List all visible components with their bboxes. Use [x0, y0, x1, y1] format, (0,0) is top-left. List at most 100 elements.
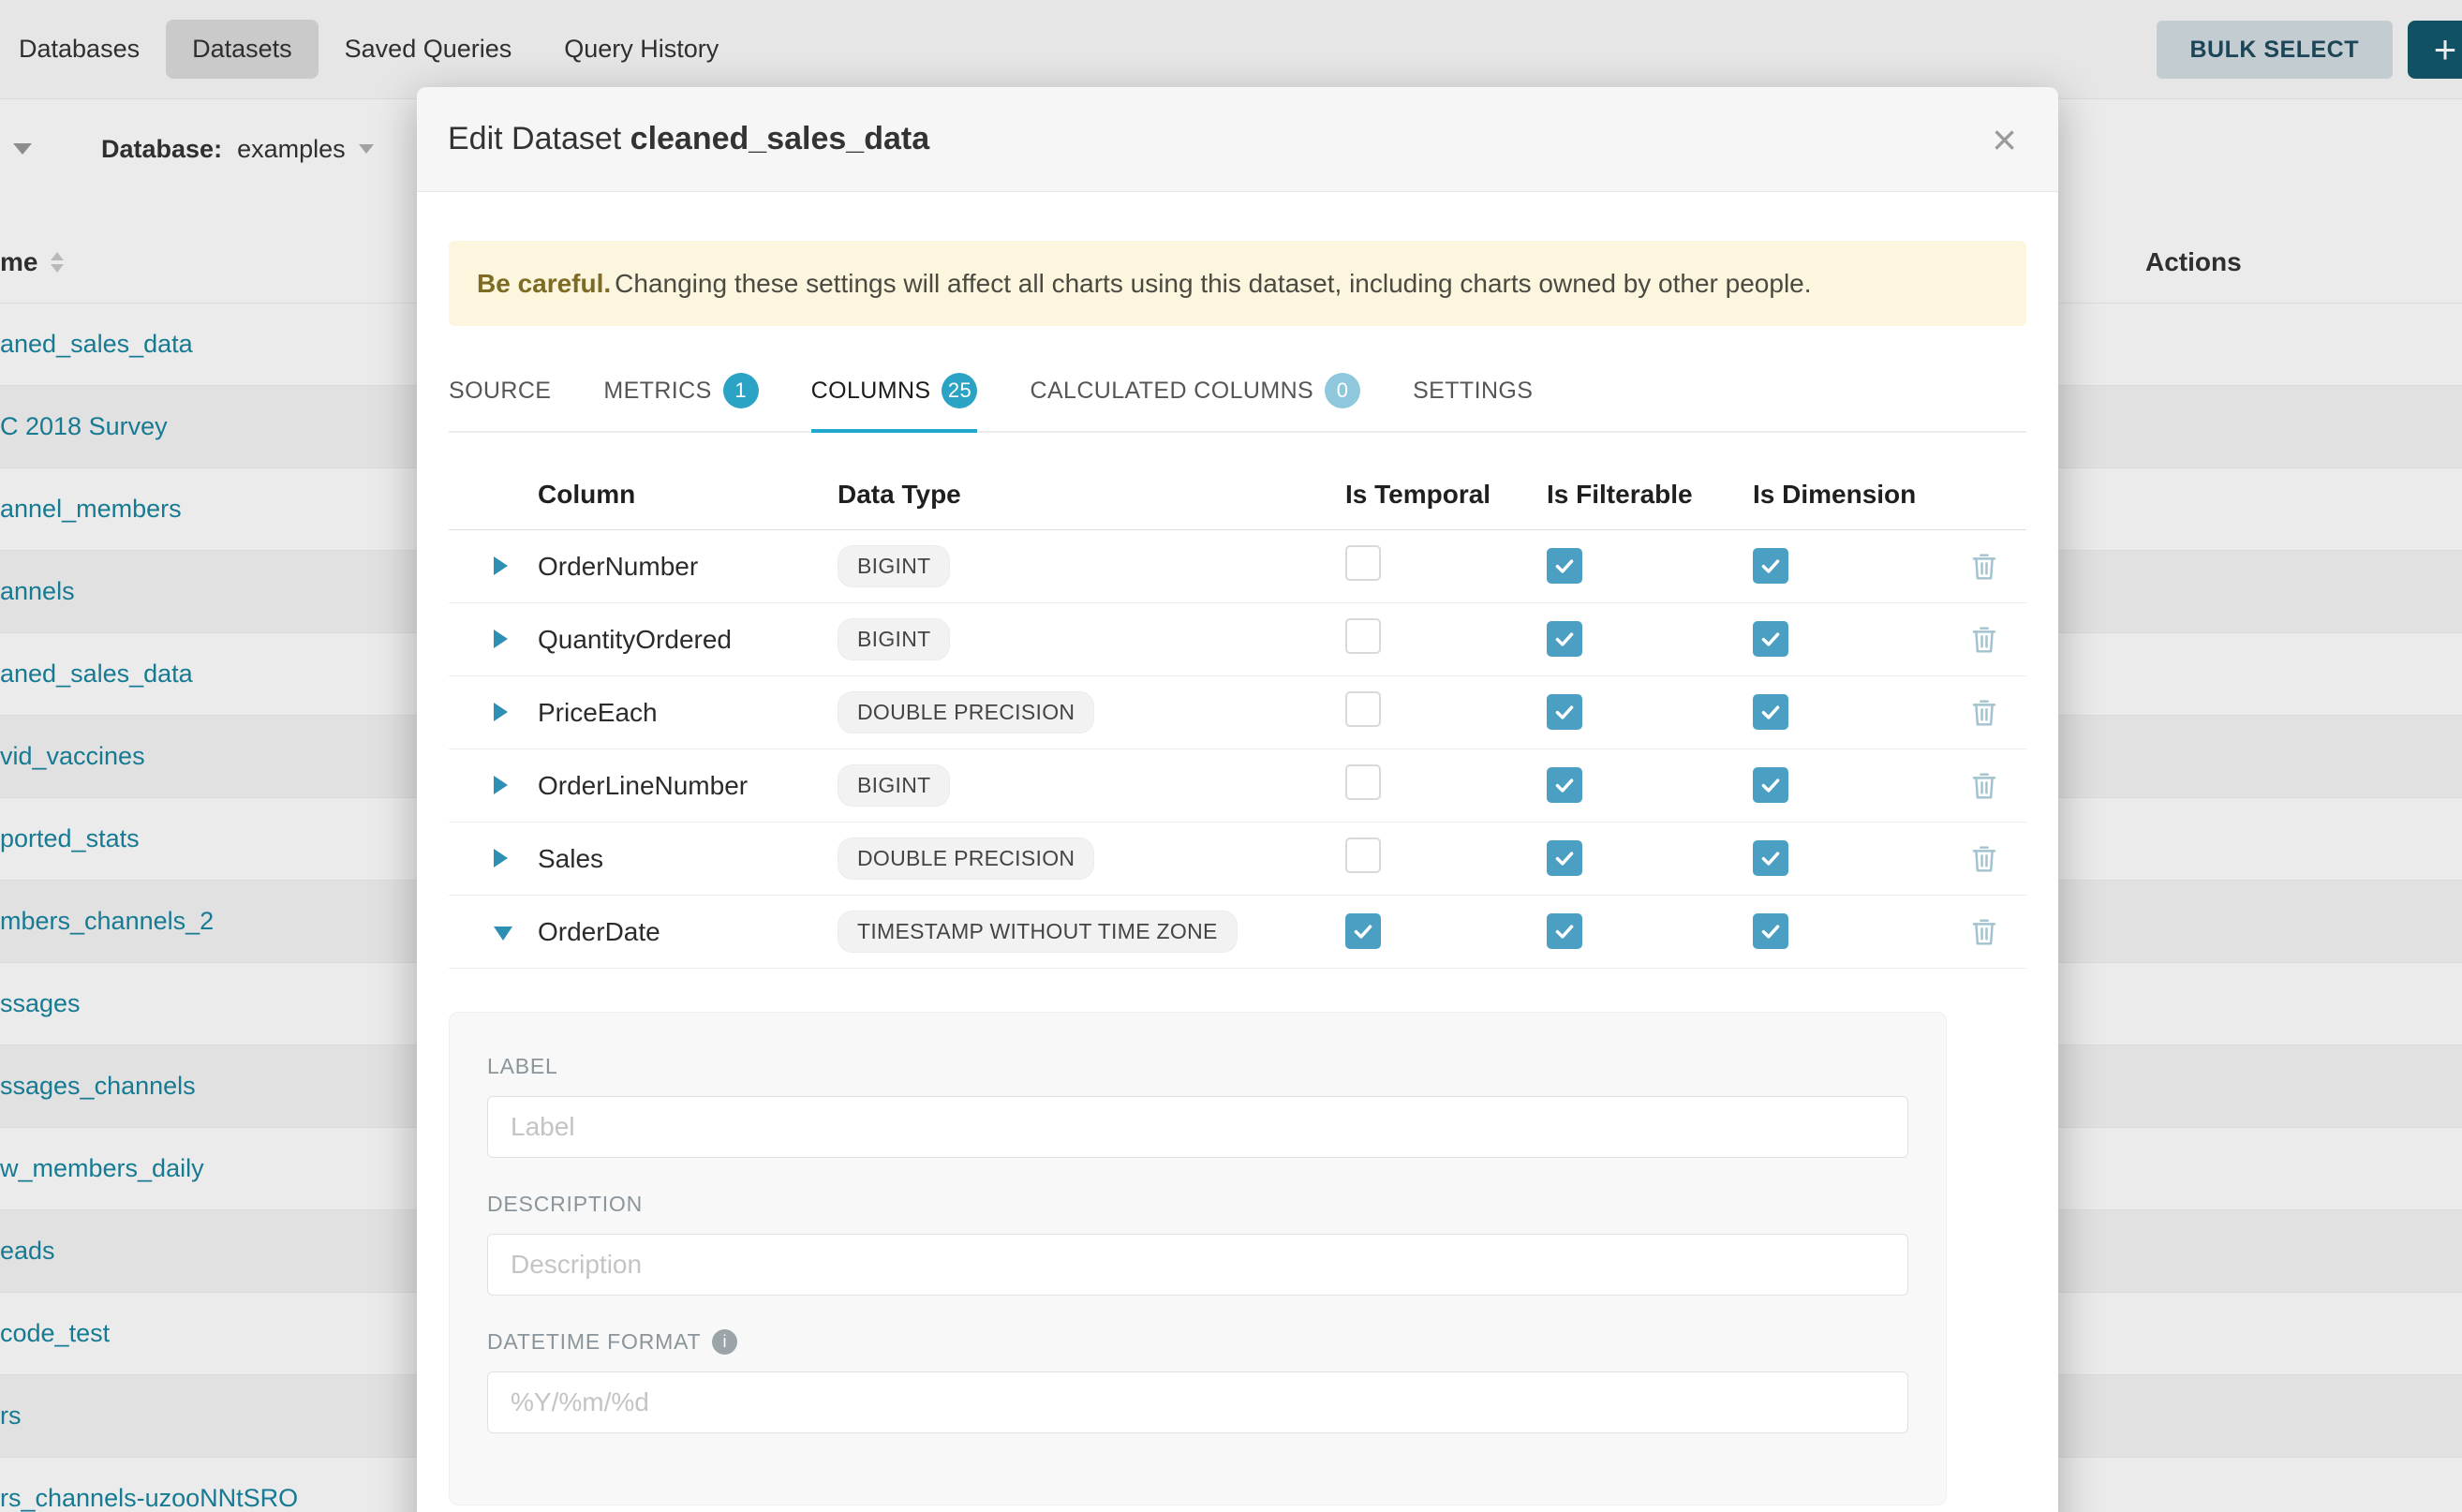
data-type-pill: DOUBLE PRECISION: [838, 691, 1094, 734]
tab-source[interactable]: SOURCE: [449, 354, 551, 433]
is-filterable-checkbox[interactable]: [1547, 694, 1582, 730]
tab-count-badge: 25: [942, 373, 977, 408]
column-name: QuantityOrdered: [538, 625, 838, 655]
delete-column-button[interactable]: [1970, 844, 1998, 874]
description-input[interactable]: [487, 1234, 1908, 1296]
is-filterable-checkbox[interactable]: [1547, 913, 1582, 949]
check-icon: [1758, 554, 1783, 578]
datetime-format-input[interactable]: [487, 1371, 1908, 1433]
tab-count-badge: 1: [723, 373, 759, 408]
is-dimension-checkbox[interactable]: [1753, 694, 1788, 730]
screen: DatabasesDatasetsSaved QueriesQuery Hist…: [0, 0, 2462, 1512]
check-icon: [1552, 773, 1577, 797]
column-name: OrderDate: [538, 917, 838, 947]
tab-calculated-columns[interactable]: CALCULATED COLUMNS0: [1030, 354, 1360, 433]
info-icon[interactable]: i: [712, 1329, 737, 1355]
edit-dataset-modal: Edit Dataset cleaned_sales_data × Be car…: [417, 87, 2058, 1512]
modal-title: Edit Dataset cleaned_sales_data: [448, 121, 929, 157]
check-icon: [1552, 919, 1577, 943]
modal-body: Be careful.Changing these settings will …: [417, 241, 2058, 1505]
caret-right-icon: [494, 849, 508, 867]
column-name: OrderLineNumber: [538, 771, 838, 801]
label-input[interactable]: [487, 1096, 1908, 1158]
expand-toggle[interactable]: [449, 625, 538, 655]
tab-count-badge: 0: [1325, 373, 1360, 408]
delete-column-button[interactable]: [1970, 625, 1998, 655]
expand-toggle[interactable]: [449, 698, 538, 728]
modal-tabs: SOURCE METRICS 1 COLUMNS 25 CALCULATED COLUMN…: [449, 354, 2026, 433]
column-header-data-type: Data Type: [838, 480, 1328, 510]
column-header-is-temporal: Is Temporal: [1328, 480, 1530, 510]
is-temporal-checkbox[interactable]: [1345, 691, 1381, 727]
is-dimension-checkbox[interactable]: [1753, 913, 1788, 949]
column-row-quantityordered: QuantityOrderedBIGINT: [449, 603, 2026, 676]
column-row-orderdate: OrderDateTIMESTAMP WITHOUT TIME ZONE: [449, 896, 2026, 969]
check-icon: [1758, 846, 1783, 870]
column-row-orderlinenumber: OrderLineNumberBIGINT: [449, 749, 2026, 823]
delete-column-button[interactable]: [1970, 698, 1998, 728]
label-field-label: LABEL: [487, 1054, 1908, 1079]
data-type-pill: BIGINT: [838, 764, 950, 807]
check-icon: [1552, 554, 1577, 578]
is-dimension-checkbox[interactable]: [1753, 840, 1788, 876]
is-filterable-checkbox[interactable]: [1547, 767, 1582, 803]
is-filterable-checkbox[interactable]: [1547, 840, 1582, 876]
is-dimension-checkbox[interactable]: [1753, 767, 1788, 803]
tab-metrics[interactable]: METRICS 1: [603, 354, 758, 433]
is-temporal-checkbox[interactable]: [1345, 913, 1381, 949]
warning-banner: Be careful.Changing these settings will …: [449, 241, 2026, 326]
column-name: OrderNumber: [538, 552, 838, 582]
tab-settings[interactable]: SETTINGS: [1413, 354, 1533, 433]
description-field-label: DESCRIPTION: [487, 1192, 1908, 1217]
datetime-format-label: DATETIME FORMAT: [487, 1329, 701, 1355]
is-temporal-checkbox[interactable]: [1345, 545, 1381, 581]
expand-toggle[interactable]: [449, 552, 538, 582]
is-temporal-checkbox[interactable]: [1345, 838, 1381, 873]
check-icon: [1758, 919, 1783, 943]
expand-toggle[interactable]: [449, 917, 538, 947]
caret-right-icon: [494, 776, 508, 794]
caret-right-icon: [494, 556, 508, 575]
tab-label: METRICS: [603, 378, 711, 405]
data-type-pill: DOUBLE PRECISION: [838, 838, 1094, 880]
tab-label: COLUMNS: [811, 378, 931, 405]
datetime-format-field-label: DATETIME FORMAT i: [487, 1329, 1908, 1355]
is-dimension-checkbox[interactable]: [1753, 548, 1788, 584]
modal-title-dataset: cleaned_sales_data: [630, 121, 929, 156]
modal-title-prefix: Edit Dataset: [448, 121, 621, 156]
delete-column-button[interactable]: [1970, 552, 1998, 582]
expand-toggle[interactable]: [449, 771, 538, 801]
expand-toggle[interactable]: [449, 844, 538, 874]
column-detail-panel: LABEL DESCRIPTION DATETIME FORMAT i: [449, 1012, 1947, 1505]
columns-table-rows: OrderNumberBIGINTQuantityOrderedBIGINTPr…: [449, 530, 2026, 969]
column-row-priceeach: PriceEachDOUBLE PRECISION: [449, 676, 2026, 749]
column-name: PriceEach: [538, 698, 838, 728]
columns-table-header: ColumnData TypeIs TemporalIs FilterableI…: [449, 459, 2026, 530]
delete-column-button[interactable]: [1970, 771, 1998, 801]
modal-header: Edit Dataset cleaned_sales_data ×: [417, 87, 2058, 192]
column-header-is-dimension: Is Dimension: [1736, 480, 1942, 510]
caret-down-icon: [494, 926, 512, 941]
delete-column-button[interactable]: [1970, 917, 1998, 947]
data-type-pill: BIGINT: [838, 545, 950, 587]
check-icon: [1552, 700, 1577, 724]
data-type-pill: TIMESTAMP WITHOUT TIME ZONE: [838, 911, 1238, 953]
column-header-is-filterable: Is Filterable: [1530, 480, 1736, 510]
check-icon: [1351, 919, 1375, 943]
warning-text: Changing these settings will affect all …: [615, 269, 1811, 298]
check-icon: [1758, 700, 1783, 724]
is-temporal-checkbox[interactable]: [1345, 618, 1381, 654]
is-temporal-checkbox[interactable]: [1345, 764, 1381, 800]
columns-table: ColumnData TypeIs TemporalIs FilterableI…: [449, 459, 2026, 969]
caret-right-icon: [494, 630, 508, 648]
tab-columns[interactable]: COLUMNS 25: [811, 354, 978, 433]
close-icon[interactable]: ×: [1992, 118, 2017, 161]
check-icon: [1552, 846, 1577, 870]
is-filterable-checkbox[interactable]: [1547, 621, 1582, 657]
caret-right-icon: [494, 703, 508, 721]
tab-label: SETTINGS: [1413, 378, 1533, 405]
data-type-pill: BIGINT: [838, 618, 950, 660]
tab-label: SOURCE: [449, 378, 551, 405]
is-dimension-checkbox[interactable]: [1753, 621, 1788, 657]
is-filterable-checkbox[interactable]: [1547, 548, 1582, 584]
